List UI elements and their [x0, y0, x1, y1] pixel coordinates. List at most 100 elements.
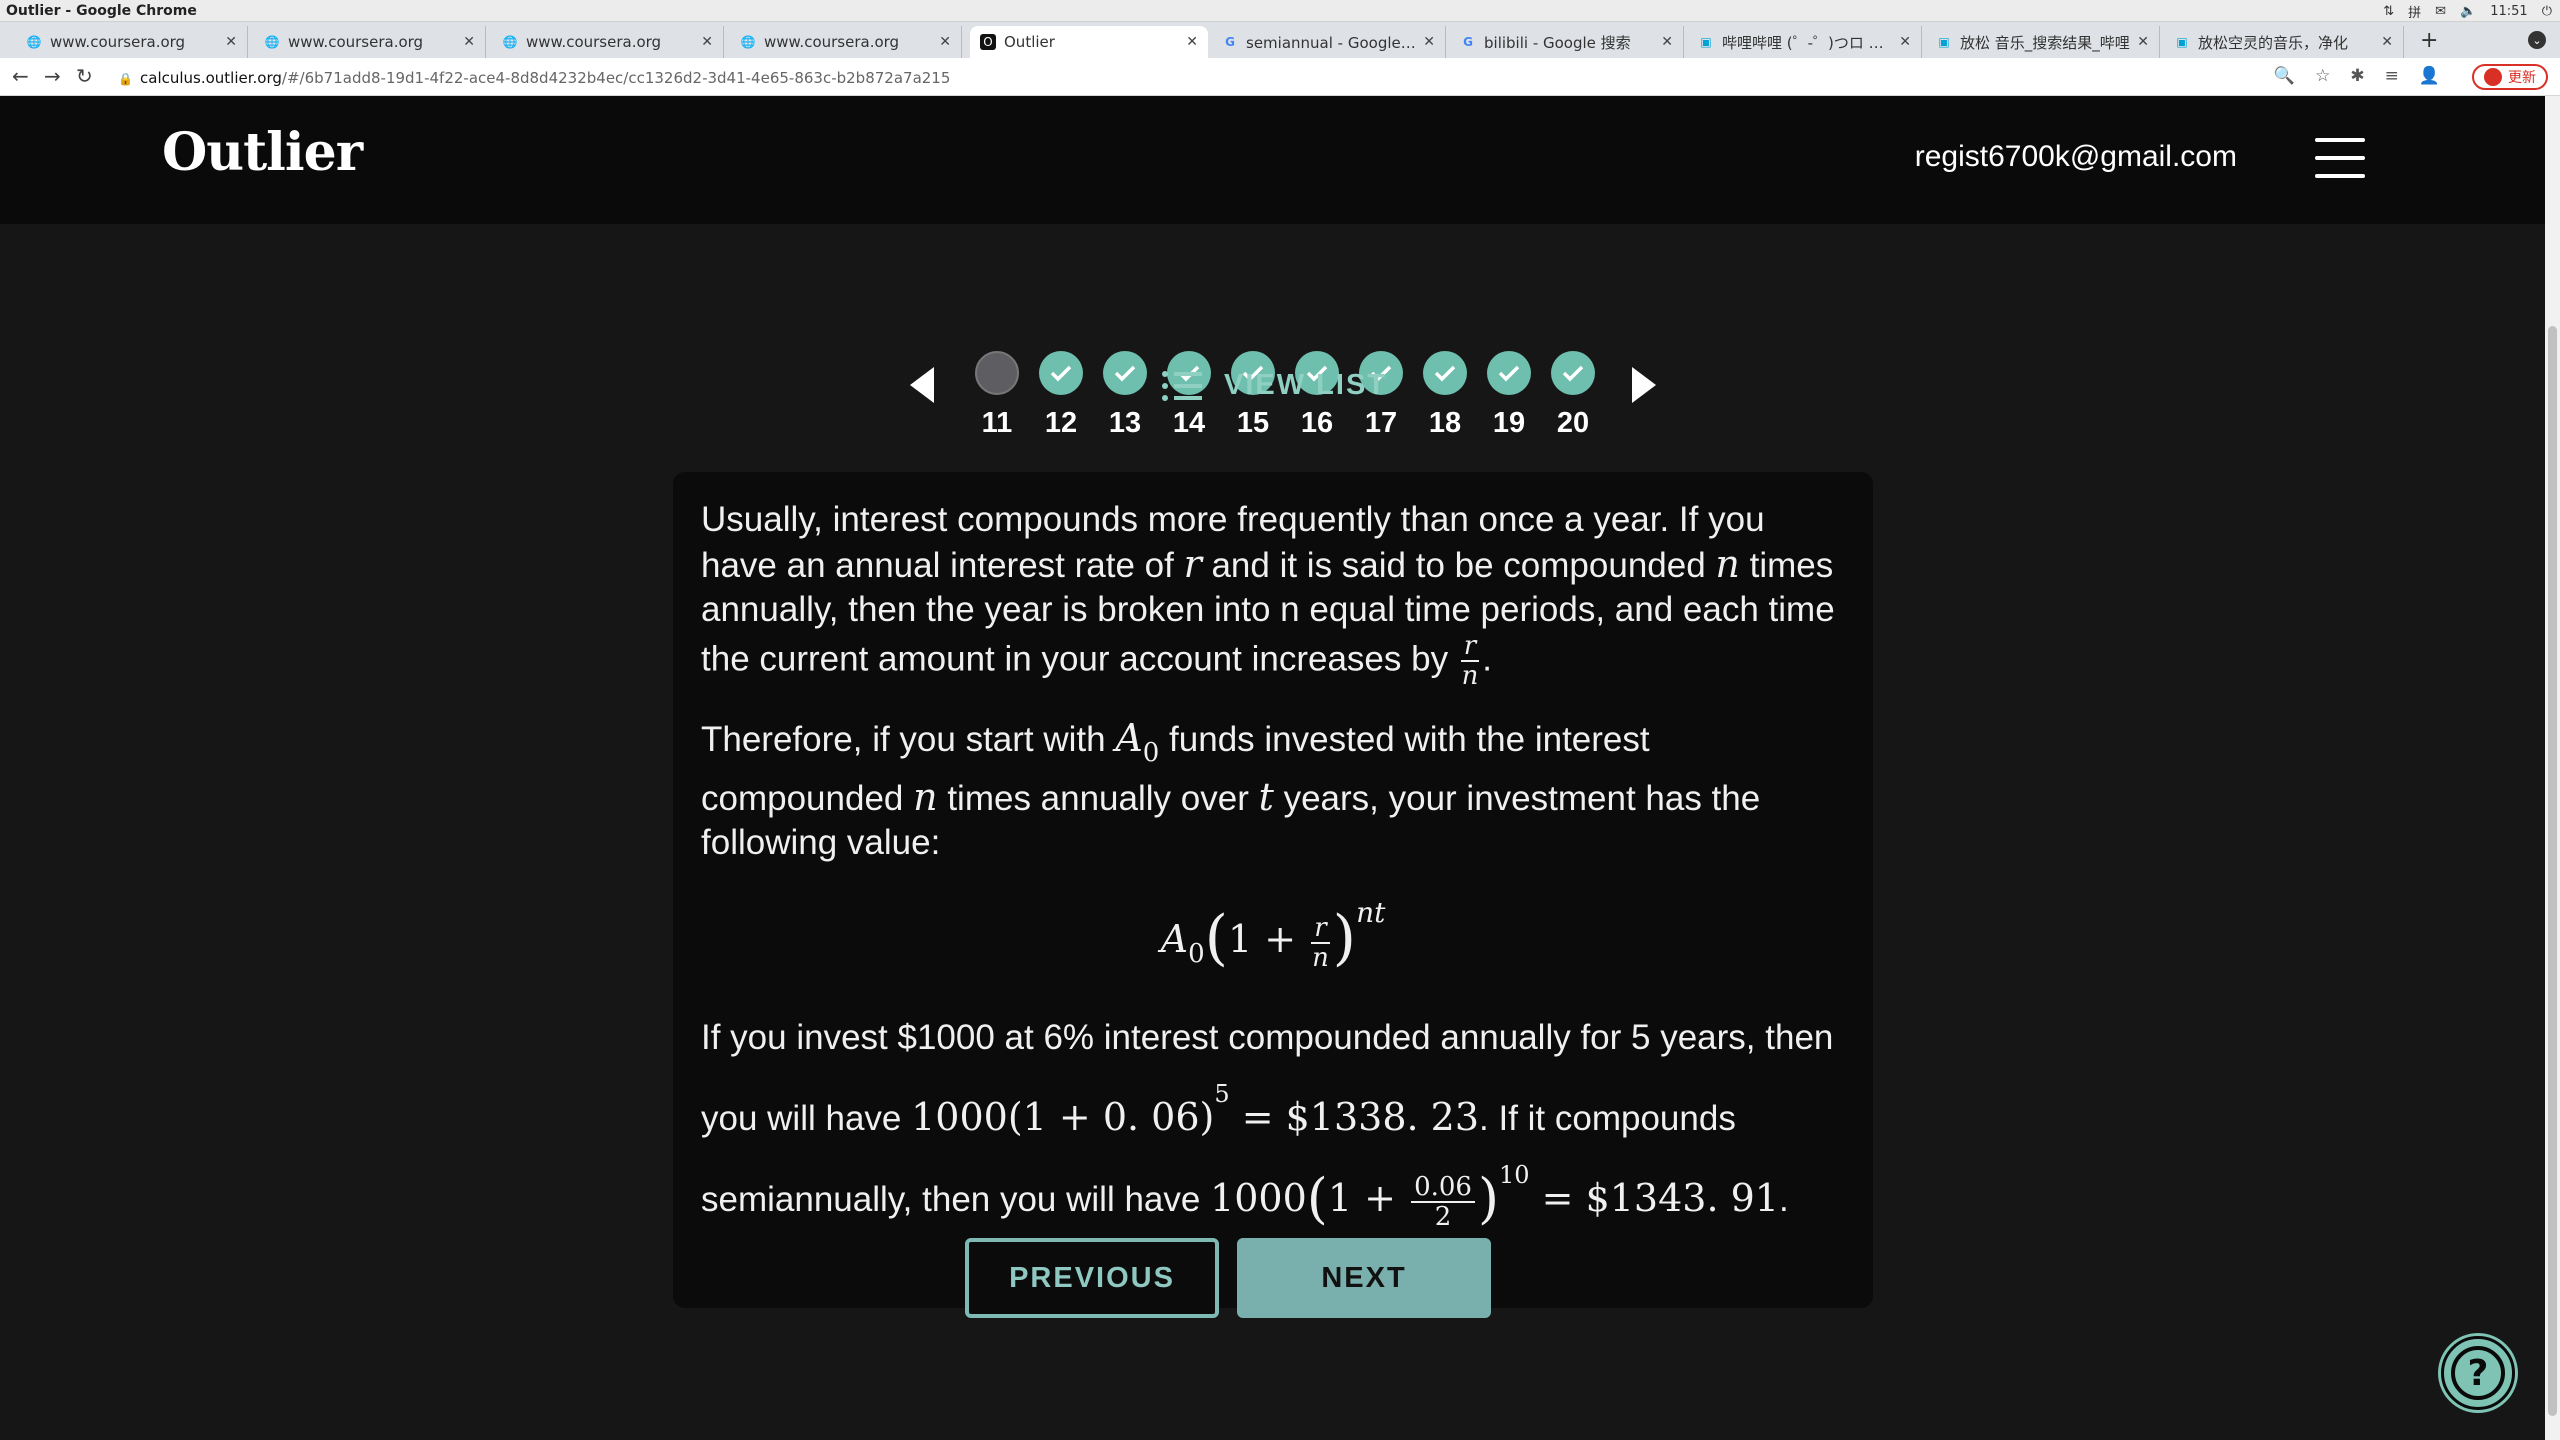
volume-icon[interactable]: 🔈 — [2460, 4, 2476, 19]
browser-tab[interactable]: Gbilibili - Google 搜索 ✕ — [1450, 26, 1684, 58]
bookmark-star-icon[interactable]: ☆ — [2315, 66, 2330, 86]
close-icon[interactable]: ✕ — [1186, 34, 1198, 50]
close-icon[interactable]: ✕ — [939, 34, 951, 50]
user-email: regist6700k@gmail.com — [1914, 140, 2237, 173]
outlier-logo[interactable]: Outlier — [162, 122, 363, 183]
lock-icon[interactable]: 🔒 — [118, 72, 133, 86]
view-list-link[interactable]: VIEW LIST — [1162, 369, 1387, 402]
math-var: t — [1258, 775, 1274, 819]
close-icon[interactable]: ✕ — [1423, 34, 1435, 50]
question-number[interactable]: 15 — [1223, 407, 1283, 440]
check-icon — [1434, 365, 1456, 382]
tab-label: www.coursera.org — [50, 33, 186, 51]
question-number[interactable]: 11 — [967, 407, 1027, 440]
question-dot-11[interactable] — [975, 351, 1019, 395]
browser-tab[interactable]: 🌐 www.coursera.org ✕ — [16, 26, 248, 58]
tab-label: bilibili - Google 搜索 — [1484, 33, 1631, 52]
question-dot-19[interactable] — [1487, 351, 1531, 395]
question-dot-18[interactable] — [1423, 351, 1467, 395]
browser-tab[interactable]: 🌐 www.coursera.org ✕ — [254, 26, 486, 58]
system-tray: ⇅ 拼 ✉ 🔈 11:51 ⏻ — [2383, 2, 2552, 21]
math-subscript: 0 — [1188, 939, 1205, 969]
paren-open: ( — [1306, 1167, 1328, 1230]
fraction-r-over-n: rn — [1311, 914, 1330, 973]
close-icon[interactable]: ✕ — [2137, 34, 2149, 50]
window-title: Outlier - Google Chrome — [6, 3, 197, 19]
extensions-icon[interactable]: ✱ — [2350, 66, 2364, 86]
reload-icon[interactable]: ↻ — [76, 64, 93, 88]
question-number[interactable]: 12 — [1031, 407, 1091, 440]
network-icon[interactable]: ⇅ — [2383, 4, 2394, 19]
math-var: r — [1183, 542, 1202, 586]
next-button[interactable]: NEXT — [1237, 1238, 1491, 1318]
question-dot-12[interactable] — [1039, 351, 1083, 395]
help-button[interactable]: ? — [2441, 1336, 2515, 1410]
mail-icon[interactable]: ✉ — [2435, 4, 2446, 19]
content-card: Usually, interest compounds more frequen… — [673, 472, 1873, 1308]
browser-tab-active[interactable]: O Outlier ✕ — [970, 26, 1208, 58]
tab-strip: 🌐 www.coursera.org ✕ 🌐 www.coursera.org ✕ 🌐 w… — [0, 22, 2560, 58]
math-exponent: 5 — [1214, 1080, 1230, 1108]
input-method-icon[interactable]: 拼 — [2408, 2, 2421, 21]
check-icon — [1498, 365, 1520, 382]
menu-icon[interactable] — [2315, 138, 2365, 178]
session-icon[interactable]: ⏻ — [2542, 4, 2552, 19]
previous-button[interactable]: PREVIOUS — [965, 1238, 1219, 1318]
google-icon: G — [1463, 35, 1473, 49]
question-dot-13[interactable] — [1103, 351, 1147, 395]
question-number[interactable]: 19 — [1479, 407, 1539, 440]
browser-tab[interactable]: ▣ 放松空灵的音乐，净化 ✕ — [2164, 26, 2404, 58]
fraction-r-over-n: rn — [1460, 632, 1480, 690]
close-icon[interactable]: ✕ — [225, 34, 237, 50]
page-scrollbar[interactable] — [2545, 96, 2560, 1440]
scrollbar-thumb[interactable] — [2548, 326, 2557, 1416]
back-icon[interactable]: ← — [12, 64, 29, 88]
next-page-arrow-icon[interactable] — [1632, 367, 1656, 403]
profile-icon[interactable]: 👤 — [2419, 66, 2440, 86]
math-subscript: 0 — [1142, 738, 1160, 768]
question-number[interactable]: 20 — [1543, 407, 1603, 440]
browser-tab[interactable]: 🌐 www.coursera.org ✕ — [492, 26, 724, 58]
tab-search-icon[interactable]: ⌄ — [2528, 31, 2546, 49]
text: and it is said to be compounded — [1201, 546, 1716, 585]
browser-tab[interactable]: 🌐 www.coursera.org ✕ — [730, 26, 962, 58]
close-icon[interactable]: ✕ — [2381, 34, 2393, 50]
tab-label: Outlier — [1004, 33, 1055, 51]
math-text: 1 + — [1327, 1176, 1409, 1220]
frac-den: n — [1312, 942, 1329, 973]
forward-icon[interactable]: → — [44, 64, 61, 88]
close-icon[interactable]: ✕ — [463, 34, 475, 50]
page-viewport: Outlier regist6700k@gmail.com 11 12 13 1… — [0, 96, 2545, 1440]
previous-page-arrow-icon[interactable] — [910, 367, 934, 403]
question-dot-20[interactable] — [1551, 351, 1595, 395]
paren-close: ) — [1332, 903, 1357, 973]
question-number[interactable]: 18 — [1415, 407, 1475, 440]
clock: 11:51 — [2490, 4, 2528, 19]
tab-label: www.coursera.org — [526, 33, 662, 51]
navigation-buttons: PREVIOUS NEXT — [965, 1238, 1491, 1318]
reading-list-icon[interactable]: ≡ — [2385, 66, 2399, 86]
close-icon[interactable]: ✕ — [1899, 34, 1911, 50]
close-icon[interactable]: ✕ — [1661, 34, 1673, 50]
zoom-icon[interactable]: 🔍 — [2274, 66, 2295, 86]
tab-label: 哔哩哔哩 (゜-゜)つロ 干杯 — [1722, 33, 1894, 52]
browser-tab[interactable]: ▣ 哔哩哔哩 (゜-゜)つロ 干杯 ✕ — [1688, 26, 1922, 58]
frac-num: 0.06 — [1411, 1173, 1475, 1203]
view-list-label: VIEW LIST — [1224, 369, 1387, 401]
paren-close: ) — [1477, 1167, 1500, 1230]
close-icon[interactable]: ✕ — [701, 34, 713, 50]
question-number[interactable]: 14 — [1159, 407, 1219, 440]
browser-tab[interactable]: Gsemiannual - Google 搜索 ✕ — [1212, 26, 1446, 58]
address-bar[interactable]: 🔒 calculus.outlier.org /#/6b71add8-19d1-… — [118, 66, 950, 90]
update-button[interactable]: 更新 — [2472, 64, 2548, 90]
math-expression: = $1338. 23 — [1229, 1095, 1480, 1139]
browser-tab[interactable]: ▣ 放松 音乐_搜索结果_哔哩 ✕ — [1926, 26, 2160, 58]
question-number[interactable]: 16 — [1287, 407, 1347, 440]
math-exponent: nt — [1356, 896, 1386, 929]
question-number[interactable]: 13 — [1095, 407, 1155, 440]
tab-label: www.coursera.org — [288, 33, 424, 51]
question-number[interactable]: 17 — [1351, 407, 1411, 440]
fraction-0-06-over-2: 0.06 2 — [1411, 1173, 1475, 1231]
question-mark-icon: ? — [2451, 1346, 2505, 1400]
new-tab-button[interactable]: + — [2420, 28, 2438, 53]
